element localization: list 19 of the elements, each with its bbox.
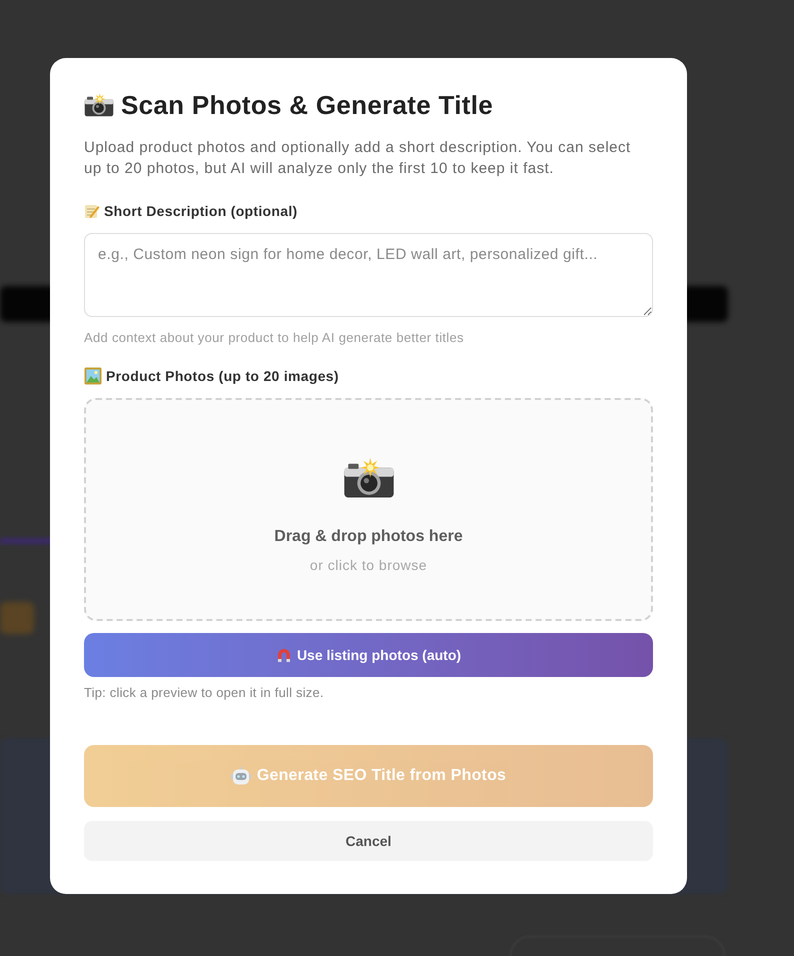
dialog-title: Scan Photos & Generate Title bbox=[121, 89, 494, 121]
use-listing-photos-button[interactable]: Use listing photos (auto) bbox=[84, 633, 653, 677]
field-label: Short Description (optional) bbox=[104, 202, 298, 221]
dialog-description: Upload product photos and optionally add a short description. You can select up to 20 photos, but AI will analyze only the first 10 to keep it fast. bbox=[84, 138, 632, 179]
field-label: Product Photos (up to 20 images) bbox=[106, 367, 339, 386]
magnet-icon bbox=[276, 647, 292, 663]
description-field[interactable]: e.g., Custom neon sign for home decor, LED wall art, personalized gift... bbox=[84, 233, 653, 317]
memo-icon bbox=[84, 203, 100, 219]
drop-zone-title: Drag & drop photos here bbox=[274, 527, 463, 547]
photo-drop-zone[interactable]: Drag & drop photos here or click to browse bbox=[84, 398, 653, 621]
camera-flash-icon bbox=[342, 457, 394, 499]
field-hint: Add context about your product to help AI generate better titles bbox=[84, 329, 465, 346]
blurred-page-chip bbox=[0, 602, 34, 634]
camera-flash-icon bbox=[84, 93, 114, 117]
robot-icon bbox=[230, 767, 251, 785]
tip-text: Tip: click a preview to open it in full size. bbox=[84, 685, 325, 701]
framed-picture-icon bbox=[84, 367, 102, 385]
drop-zone-subtitle: or click to browse bbox=[310, 556, 428, 574]
cancel-button[interactable]: Cancel bbox=[84, 821, 653, 861]
